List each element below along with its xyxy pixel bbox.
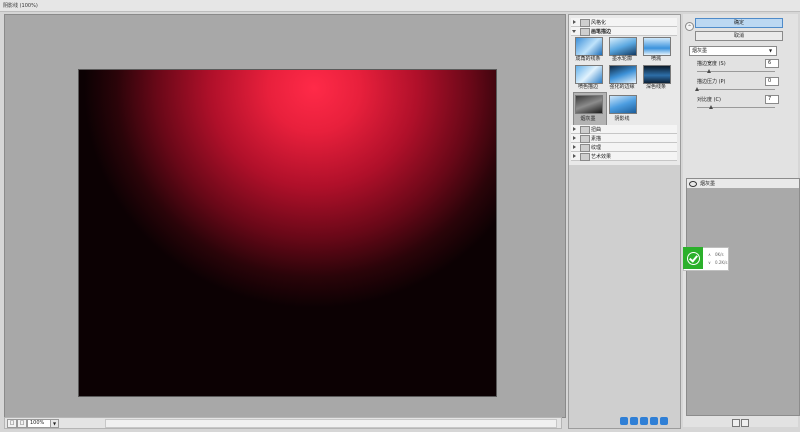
folder-icon (580, 144, 590, 152)
slider-thumb[interactable] (709, 105, 714, 109)
download-icon: ∨ (708, 260, 711, 265)
category-label: 风格化 (591, 20, 607, 26)
download-speed: 0.2K/s (715, 260, 728, 265)
stroke-pressure-input[interactable]: 0 (765, 77, 779, 86)
status-bar: □ □ 100% ▼ (4, 417, 562, 429)
cancel-button[interactable]: 取消 (695, 31, 783, 41)
effect-layer-row[interactable]: 烟灰墨 (687, 179, 799, 189)
chevron-down-icon[interactable]: ▼ (50, 419, 59, 428)
new-layer-icon[interactable] (732, 419, 740, 427)
param-label-stroke-width: 描边宽度 (S) (697, 61, 726, 67)
thumb-accented-edges[interactable] (609, 65, 637, 84)
upload-speed: 0K/s (715, 252, 724, 257)
category-distort[interactable]: 扭曲 (571, 125, 677, 134)
collapse-icon (572, 30, 576, 33)
category-artistic[interactable]: 艺术效果 (571, 152, 677, 161)
check-icon (687, 252, 700, 265)
expand-icon (573, 136, 576, 140)
expand-icon (573, 145, 576, 149)
zoom-out-button[interactable]: □ (7, 419, 17, 428)
thumb-label: 喷色描边 (577, 84, 598, 90)
folder-icon (580, 126, 590, 134)
layer-actions (730, 419, 750, 427)
pen-icon[interactable] (650, 417, 658, 425)
expand-icon (573, 154, 576, 158)
category-label: 纹理 (591, 145, 602, 151)
filter-select[interactable]: 烟灰墨 (689, 46, 777, 56)
thumb-crosshatch[interactable] (609, 95, 637, 114)
stroke-width-input[interactable]: 6 (765, 59, 779, 68)
category-label: 艺术效果 (591, 154, 612, 160)
slider-thumb[interactable] (706, 69, 711, 73)
paw-icon[interactable] (620, 417, 628, 425)
thumb-label: 阴影线 (614, 116, 630, 122)
check-badge (683, 247, 703, 269)
globe-icon[interactable] (640, 417, 648, 425)
expand-icon (573, 20, 576, 24)
category-sketch[interactable]: 素描 (571, 134, 677, 143)
category-label: 素描 (591, 136, 602, 142)
contrast-input[interactable]: 7 (765, 95, 779, 104)
slider-thumb[interactable] (695, 87, 699, 91)
window-title: 阴影线 (100%) (3, 3, 38, 9)
thumb-spatter[interactable] (643, 37, 671, 56)
folder-icon (580, 135, 590, 143)
title-bar: 阴影线 (100%) (0, 0, 800, 12)
eye-icon[interactable] (689, 181, 697, 187)
thumb-sprayed-strokes[interactable] (575, 65, 603, 84)
effect-layer-name: 烟灰墨 (700, 181, 716, 187)
thumb-dark-strokes[interactable] (643, 65, 671, 84)
thumb-angled-strokes[interactable] (575, 37, 603, 56)
effect-layers-panel: 烟灰墨 (686, 178, 800, 416)
folder-icon (580, 28, 590, 36)
taskbar-icons (618, 417, 678, 427)
category-label: 扭曲 (591, 127, 602, 133)
ok-button[interactable]: 确定 (695, 18, 783, 28)
thumb-label: 深色线条 (645, 84, 666, 90)
upload-icon: ∧ (708, 252, 711, 257)
settings-panel: 确定 ^ 取消 烟灰墨 ▼ 描边宽度 (S) 6 描边压力 (P) 0 对比度 … (683, 14, 800, 427)
category-texture[interactable]: 纹理 (571, 143, 677, 152)
thumb-ink-outlines[interactable] (609, 37, 637, 56)
trash-icon[interactable] (741, 419, 749, 427)
thumb-label: 成角的线条 (575, 56, 601, 62)
collapse-icon[interactable]: ^ (685, 22, 694, 31)
expand-icon (573, 127, 576, 131)
thumb-label: 喷溅 (650, 56, 661, 62)
category-brush-strokes[interactable]: 画笔描边 (571, 27, 677, 36)
preview-image (78, 69, 497, 397)
thumb-label: 烟灰墨 (580, 116, 596, 122)
chevron-down-icon[interactable]: ▼ (767, 47, 774, 54)
zoom-in-button[interactable]: □ (17, 419, 27, 428)
thumb-sumi-e[interactable] (575, 95, 603, 114)
category-label: 画笔描边 (591, 29, 612, 35)
param-label-contrast: 对比度 (C) (697, 97, 721, 103)
folder-icon (580, 153, 590, 161)
thumb-label: 墨水轮廓 (611, 56, 632, 62)
param-label-stroke-pressure: 描边压力 (P) (697, 79, 726, 85)
stroke-pressure-slider[interactable] (697, 89, 775, 90)
gear-icon[interactable] (660, 417, 668, 425)
horizontal-scrollbar[interactable] (105, 419, 557, 428)
thumb-label: 强化的边缘 (609, 84, 635, 90)
chat-icon[interactable] (630, 417, 638, 425)
preview-canvas-area[interactable] (4, 14, 566, 418)
folder-icon (580, 19, 590, 27)
category-stylize[interactable]: 风格化 (571, 18, 677, 27)
filter-gallery: 风格化 画笔描边 成角的线条 墨水轮廓 喷溅 喷色描边 强化的边缘 深色线条 烟… (568, 14, 681, 429)
